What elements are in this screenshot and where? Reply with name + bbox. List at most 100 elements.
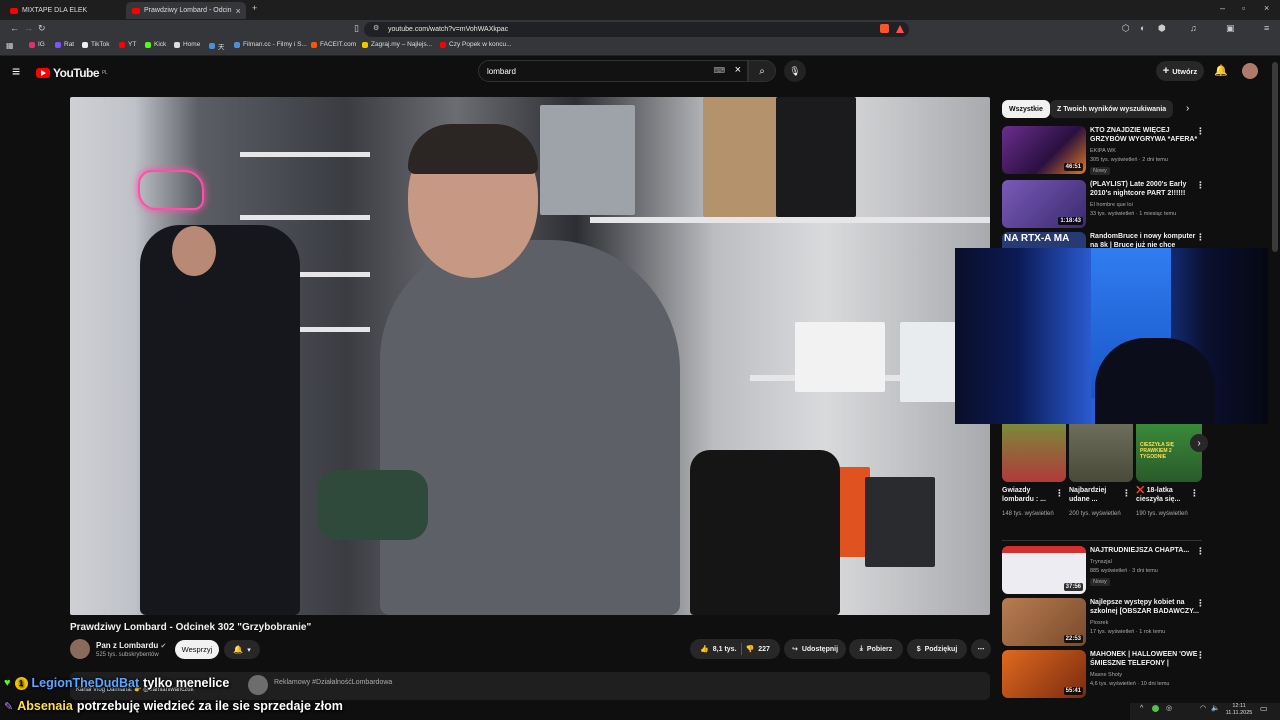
more-options-icon[interactable]: ⋮ [1196, 598, 1205, 609]
brave-shield-icon[interactable] [880, 24, 889, 33]
recommended-video[interactable]: 22:53 Najlepsze występy kobiet na szkoln… [1002, 598, 1205, 646]
video-thumbnail: 1:18:43 [1002, 180, 1086, 228]
product-box [865, 477, 935, 567]
chevron-right-icon[interactable]: › [1186, 103, 1189, 114]
short-thumbnail[interactable] [1069, 424, 1133, 482]
tiktok-icon [82, 41, 88, 48]
new-tab-icon[interactable]: + [252, 3, 257, 13]
hamburger-menu-icon[interactable]: ≡ [12, 63, 20, 79]
address-bar[interactable]: ⚙ youtube.com/watch?v=mVohWAXkpac [364, 22, 909, 37]
wallet-icon[interactable]: ▣ [1226, 23, 1235, 34]
short-views: 200 tys. wyświetleń [1069, 511, 1121, 517]
short-title[interactable]: Gwiazdy lombardu : ... [1002, 486, 1057, 504]
site-info-icon[interactable]: ⚙ [373, 24, 379, 32]
youtube-logo[interactable]: YouTube PL [36, 66, 108, 80]
bookmark-kick[interactable]: Kick [145, 41, 166, 48]
channel-avatar[interactable] [70, 639, 90, 659]
reload-icon[interactable]: ↻ [38, 23, 46, 34]
volume-icon[interactable]: 🔈 [1211, 704, 1220, 712]
notifications-bell-icon[interactable]: 🔔 [1214, 64, 1228, 77]
shorts-next-button[interactable]: › [1190, 434, 1208, 452]
dislike-button[interactable]: 👎 227 [746, 645, 770, 654]
tray-app-icon[interactable] [1152, 705, 1159, 712]
bookmark-popek[interactable]: Czy Popek w koncu... [440, 41, 512, 48]
share-button[interactable]: ↪ Udostępnij [784, 639, 846, 659]
join-button[interactable]: Wesprzyj [175, 640, 219, 659]
download-button[interactable]: ⤓ Pobierz [849, 639, 903, 659]
bookmark-ig[interactable]: IG [29, 41, 45, 48]
apps-grid-icon[interactable]: ▦ [6, 41, 14, 50]
like-button[interactable]: 👍 8,1 tys. [700, 645, 736, 654]
recommended-video[interactable]: 1:18:43 (PLAYLIST) Late 2000's Early 201… [1002, 180, 1205, 228]
short-title[interactable]: Najbardziej udane ... [1069, 486, 1124, 504]
recommended-video[interactable]: NA RTX-A MA RandomBruce i nowy komputer … [1002, 232, 1202, 248]
browser-tab-lombard[interactable]: Prawdziwy Lombard - Odcin × [126, 2, 246, 19]
promo-avatar[interactable] [248, 675, 268, 695]
more-options-icon[interactable]: ⋮ [1196, 126, 1205, 137]
more-options-icon[interactable]: ⋮ [1196, 232, 1202, 243]
maximize-icon[interactable]: ▫ [1242, 3, 1245, 13]
like-dislike-group: 👍 8,1 tys. 👎 227 [690, 639, 780, 659]
keyboard-icon[interactable]: ⌨ [713, 66, 725, 75]
notification-center-icon[interactable]: ▭ [1260, 704, 1268, 713]
account-avatar[interactable] [1242, 63, 1258, 79]
more-options-icon[interactable]: ⋮ [1196, 180, 1205, 191]
search-button[interactable]: ⌕ [748, 60, 776, 82]
wifi-icon[interactable]: ◠ [1200, 704, 1206, 712]
thanks-icon: $ [916, 645, 921, 653]
recommended-video[interactable]: 37:56 NAJTRUDNIEJSZA CHAPTA... Trynszjal… [1002, 546, 1205, 594]
recommended-video[interactable]: 55:41 MAHONEK | HALLOWEEN 'OWE ŚMIESZNE … [1002, 650, 1205, 698]
thanks-button[interactable]: $ Podziękuj [907, 639, 967, 659]
clear-search-icon[interactable]: × [735, 64, 741, 76]
extension-icon[interactable]: ◐ [1140, 23, 1145, 33]
more-options-icon[interactable]: ⋮ [1190, 488, 1199, 499]
extension-icon[interactable]: ⬢ [1158, 23, 1166, 34]
more-options-icon[interactable]: ⋮ [1196, 650, 1205, 661]
office-chair [690, 450, 840, 615]
bookmark-tiktok[interactable]: TikTok [82, 41, 110, 48]
bookmark-faceit[interactable]: FACEIT.com [311, 41, 356, 48]
scrollbar[interactable] [1272, 62, 1278, 252]
rewards-icon[interactable] [896, 25, 904, 33]
minimize-icon[interactable]: – [1220, 3, 1225, 13]
media-icon[interactable]: ♫ [1190, 23, 1197, 33]
forward-icon[interactable]: → [24, 23, 33, 33]
bookmark-icon[interactable]: ▯ [354, 23, 359, 34]
voice-search-button[interactable]: 🎙 [784, 60, 806, 82]
tray-app-icon[interactable]: ◎ [1166, 704, 1172, 712]
extension-icon[interactable]: ⬡ [1122, 23, 1130, 34]
short-thumbnail[interactable] [1002, 424, 1066, 482]
close-tab-icon[interactable]: × [236, 6, 241, 16]
short-thumbnail[interactable]: CIESZYŁA SIĘ PRAWKIEM 2 TYGODNIE [1136, 424, 1202, 482]
chat-username: LegionTheDudBat [31, 676, 140, 690]
more-options-icon[interactable]: ⋮ [1055, 488, 1064, 499]
menu-icon[interactable]: ≡ [1264, 23, 1269, 33]
microphone-icon: 🎙 [789, 65, 801, 76]
chip-all[interactable]: Wszystkie [1002, 100, 1050, 118]
create-button[interactable]: + Utwórz [1156, 61, 1204, 81]
search-input[interactable]: lombard ⌨ × [478, 60, 748, 82]
bookmark-icon [55, 41, 61, 48]
chevron-down-icon: ▾ [247, 646, 251, 654]
promo-text: Reklamowy #DziałalnośćLombardowa [274, 679, 393, 686]
more-options-icon[interactable]: ⋮ [1122, 488, 1131, 499]
tray-chevron-icon[interactable]: ^ [1140, 705, 1143, 712]
bookmark-zagraj[interactable]: Zagraj.my – Najlejs... [362, 41, 432, 48]
channel-name[interactable]: Pan z Lombardu ✔ [96, 641, 166, 650]
bookmark-kanji[interactable]: 天 [209, 41, 225, 51]
bookmark-filman[interactable]: Filman.cc - Filmy i S... [234, 41, 307, 48]
more-options-icon[interactable]: ⋮ [1196, 546, 1205, 557]
bookmark-rat[interactable]: Rat [55, 41, 74, 48]
recommended-video[interactable]: 46:51 KTO ZNAJDZIE WIĘCEJ GRZYBÓW WYGRYW… [1002, 126, 1205, 175]
more-actions-button[interactable]: ⋯ [971, 639, 991, 659]
back-icon[interactable]: ← [10, 23, 19, 33]
chip-from-search[interactable]: Z Twoich wyników wyszukiwania [1050, 100, 1174, 118]
clock[interactable]: 12:11 11.11.2025 [1222, 703, 1256, 717]
bookmark-home[interactable]: Home [174, 41, 200, 48]
bookmark-yt[interactable]: YT [119, 41, 136, 48]
subscription-bell-button[interactable]: 🔔 ▾ [224, 640, 260, 659]
browser-tab-mixtape[interactable]: MIXTAPE DLA ELEK [4, 2, 120, 19]
chat-text: potrzebuję wiedzieć za ile sie sprzedaje… [76, 699, 343, 713]
close-window-icon[interactable]: × [1264, 3, 1269, 13]
short-title[interactable]: ❌ 18-latka cieszyła się... [1136, 486, 1191, 504]
